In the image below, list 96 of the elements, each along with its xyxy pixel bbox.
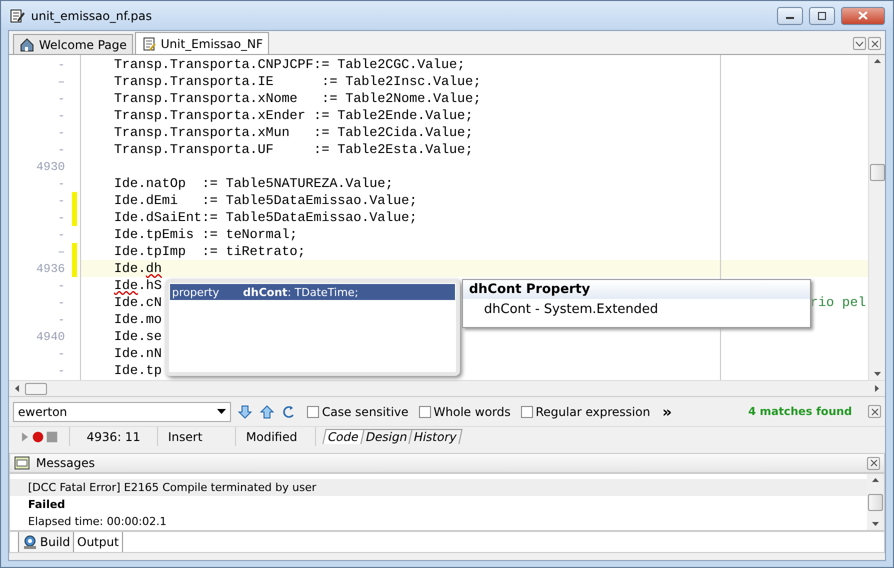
file-state: Modified <box>236 427 316 446</box>
line-number: - <box>58 278 66 292</box>
right-arrow-icon <box>875 385 879 392</box>
code-text: Ide.cN <box>114 295 162 310</box>
code-text: Ide.dSaiEnt:= Table5DataEmissao.Value; <box>114 210 418 225</box>
line-number: – <box>58 244 66 258</box>
code-text: .hS <box>138 278 162 293</box>
match-count: 4 matches found <box>748 405 852 418</box>
code-text: Ide.tpEmis := teNormal; <box>114 227 298 242</box>
code-text: Transp.Transporta.xMun := Table2Cida.Value; <box>114 125 474 140</box>
code-text: Ide.mo <box>114 312 162 327</box>
line-number: - <box>58 346 66 360</box>
close-icon <box>870 40 878 48</box>
code-text: Ide.nN <box>114 346 162 361</box>
line-number: - <box>58 58 66 72</box>
code-text: Ide.tpImp := tiRetrato; <box>114 244 306 259</box>
code-text: Ide. <box>114 261 146 276</box>
close-icon <box>870 408 878 416</box>
scroll-thumb[interactable] <box>25 382 47 394</box>
editor-tab[interactable]: Welcome Page <box>13 34 133 54</box>
line-number: - <box>58 228 66 242</box>
code-text: Ide <box>114 278 138 293</box>
close-button[interactable] <box>841 6 885 24</box>
panel-title: Messages <box>36 456 96 470</box>
chevron-down-icon <box>855 40 864 46</box>
line-number: - <box>58 142 66 156</box>
cursor-position: 4936: 11 <box>70 427 158 446</box>
message-line[interactable]: Elapsed time: 00:00:02.1 <box>10 513 867 530</box>
window-icon <box>14 455 30 471</box>
scrollbar[interactable] <box>867 474 884 530</box>
down-arrow-icon <box>874 372 880 376</box>
line-number: – <box>58 74 66 88</box>
line-number: - <box>58 210 66 224</box>
up-arrow-icon <box>872 478 879 482</box>
code-text: Ide.natOp := Table5NATUREZA.Value; <box>114 176 394 191</box>
scroll-thumb[interactable] <box>870 164 884 181</box>
option-checkbox[interactable]: Case sensitive <box>307 404 409 418</box>
line-number: - <box>58 312 66 326</box>
left-arrow-icon <box>15 385 19 392</box>
code-text: Transp.Transporta.xEnder := Table2Ende.Value; <box>114 108 474 123</box>
dropdown-button[interactable] <box>853 37 866 50</box>
line-number: - <box>58 176 66 190</box>
more-button[interactable]: » <box>662 402 672 420</box>
stop-icon <box>45 430 59 444</box>
scrollbar[interactable] <box>9 380 885 396</box>
maximize-icon <box>817 12 827 20</box>
line-number: - <box>58 126 66 140</box>
close-icon <box>858 11 868 20</box>
document-icon <box>140 36 157 52</box>
arrow-down-icon <box>237 404 253 420</box>
minimize-button[interactable] <box>777 6 803 24</box>
code-text: Ide.tp <box>114 363 162 378</box>
line-number: - <box>58 108 66 122</box>
view-tab[interactable]: History <box>408 429 462 444</box>
record-icon <box>31 430 45 444</box>
editor-tab[interactable]: Unit_Emissao_NF <box>134 32 269 54</box>
code-text: Transp.Transporta.UF := Table2Esta.Value; <box>114 142 474 157</box>
code-text: Ide.dEmi := Table5DataEmissao.Value; <box>114 193 418 208</box>
line-number: 4936 <box>36 262 66 276</box>
code-text: Transp.Transporta.IE := Table2Insc.Value; <box>114 74 482 89</box>
maximize-button[interactable] <box>809 6 835 24</box>
line-number: 4940 <box>36 330 66 344</box>
close-button[interactable] <box>867 456 880 470</box>
down-arrow-icon <box>872 522 879 526</box>
view-tab[interactable]: Design <box>360 429 413 444</box>
code-comment: rio pel <box>810 295 867 310</box>
scrollbar[interactable] <box>868 55 885 380</box>
hint-text: dhCont - System.Extended <box>483 301 660 319</box>
option-checkbox[interactable]: Regular expression <box>520 404 650 418</box>
edit-mode: Insert <box>158 427 236 446</box>
option-checkbox[interactable]: Whole words <box>418 404 511 418</box>
window-title: unit_emissao_nf.pas <box>31 8 153 22</box>
arrow-up-icon <box>259 404 275 420</box>
close-icon <box>870 459 878 467</box>
view-tab[interactable]: Code <box>322 429 364 444</box>
close-button[interactable] <box>868 37 881 50</box>
close-button[interactable] <box>868 405 881 418</box>
house-icon <box>19 36 35 52</box>
code-text: dh <box>146 261 162 276</box>
line-number: - <box>58 92 66 106</box>
hint-title: dhCont Property <box>463 280 810 299</box>
completion-item[interactable]: property dhCont: TDateTime; <box>170 284 455 300</box>
message-line[interactable]: Failed <box>10 496 867 513</box>
scroll-thumb[interactable] <box>868 494 883 510</box>
caret-icon <box>217 409 226 414</box>
code-text: Transp.Transporta.xNome := Table2Nome.Value; <box>114 91 482 106</box>
panel-tab[interactable]: Build <box>18 532 74 552</box>
code-text: Ide.se <box>114 329 162 344</box>
code-text: Transp.Transporta.CNPJCPF:= Table2CGC.Value; <box>114 57 466 72</box>
line-number: - <box>58 194 66 208</box>
up-arrow-icon <box>874 59 880 63</box>
line-number: 4930 <box>36 160 66 174</box>
line-number: - <box>58 296 66 310</box>
line-number: - <box>58 364 66 378</box>
search-field[interactable]: ewerton <box>13 402 231 422</box>
document-icon <box>9 8 25 24</box>
